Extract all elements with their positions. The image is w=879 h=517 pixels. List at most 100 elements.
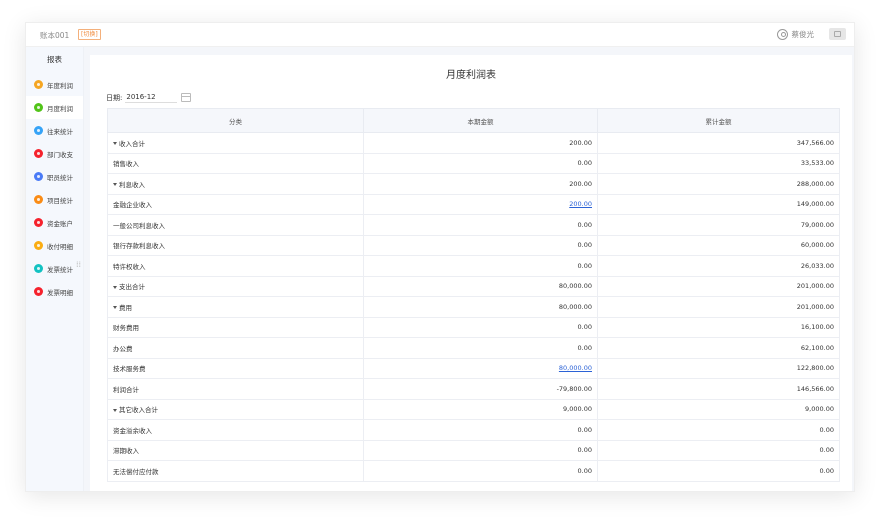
sidebar-item-label: 部门收支	[47, 150, 73, 159]
cumulative-amount-cell: 201,000.00	[597, 275, 840, 297]
category-cell: 资金溢余收入	[107, 419, 364, 441]
date-input[interactable]: 2016-12	[125, 92, 178, 103]
sidebar: 报表 年度利润 月度利润 往来统计 部门收支 职员统计 项目统计 资金账户 收付明细 发票统计发…	[26, 47, 84, 491]
category-cell: 技术服务费	[107, 357, 364, 379]
caret-down-icon[interactable]	[113, 285, 117, 289]
category-cell[interactable]: 费用	[107, 296, 364, 318]
project-icon	[34, 195, 43, 204]
category-label: 办公费	[113, 344, 133, 353]
sidebar-item[interactable]: 月度利润	[26, 96, 83, 119]
category-label: 资金溢余收入	[113, 426, 152, 435]
category-cell[interactable]: 利息收入	[107, 173, 364, 195]
current-amount-cell: -79,800.00	[363, 378, 598, 400]
sidebar-item-label: 职员统计	[47, 173, 73, 182]
category-cell[interactable]: 收入合计	[107, 132, 364, 154]
caret-down-icon[interactable]	[113, 306, 117, 310]
category-label: 特许权收入	[113, 262, 146, 271]
payment-icon	[34, 241, 43, 250]
calendar-icon[interactable]	[181, 93, 192, 102]
table-row: 财务费用 0.00 16,100.00	[107, 316, 840, 338]
cumulative-amount: 60,000.00	[800, 241, 834, 250]
sidebar-item[interactable]: 资金账户	[26, 211, 83, 234]
category-cell: 利润合计	[107, 378, 364, 400]
cumulative-amount: 347,566.00	[796, 138, 834, 147]
drag-handle-icon[interactable]: ⁞⁞	[76, 260, 84, 270]
category-cell: 办公费	[107, 337, 364, 359]
invoice-stat-icon	[34, 264, 43, 273]
category-cell[interactable]: 其它收入合计	[107, 398, 364, 420]
sidebar-item[interactable]: 年度利润	[26, 73, 83, 96]
sidebar-item[interactable]: 项目统计	[26, 188, 83, 211]
table-row: 一般公司利息收入 0.00 79,000.00	[107, 214, 840, 236]
current-amount-cell: 9,000.00	[363, 398, 598, 420]
cumulative-amount: 146,566.00	[796, 384, 834, 393]
sidebar-item[interactable]: 部门收支	[26, 142, 83, 165]
sidebar-item[interactable]: 发票统计	[26, 257, 83, 280]
sidebar-item-label: 往来统计	[47, 127, 73, 136]
category-cell: 销售收入	[107, 152, 364, 174]
cumulative-amount-cell: 347,566.00	[597, 132, 840, 154]
caret-down-icon[interactable]	[113, 408, 117, 412]
cumulative-amount: 62,100.00	[800, 343, 834, 352]
current-amount-cell: 200.00	[363, 173, 598, 195]
sidebar-item-label: 资金账户	[47, 219, 73, 228]
table-header: 分类 本期金额 累计金额	[107, 108, 840, 133]
caret-down-icon[interactable]	[113, 142, 117, 146]
sidebar-item-label: 收付明细	[47, 242, 73, 251]
table-row: 收入合计 200.00 347,566.00	[107, 132, 840, 154]
cumulative-amount: 33,533.00	[800, 159, 834, 168]
column-header-category: 分类	[107, 108, 364, 133]
table-row: 利润合计 -79,800.00 146,566.00	[107, 378, 840, 400]
current-amount: 200.00	[569, 179, 592, 188]
category-cell: 无法偿付应付款	[107, 460, 364, 482]
user-name: 蔡俊光	[791, 30, 815, 39]
category-label: 金融企业收入	[113, 201, 152, 210]
current-amount: 0.00	[577, 241, 592, 250]
profit-table: 分类 本期金额 累计金额 收入合计 200.00 347,566.00 销售收入 0.0…	[107, 108, 840, 482]
table-row: 销售收入 0.00 33,533.00	[107, 152, 840, 174]
table-row: 银行存款利息收入 0.00 60,000.00	[107, 234, 840, 256]
current-amount: 0.00	[577, 261, 592, 270]
table-body: 收入合计 200.00 347,566.00 销售收入 0.00 33,533.00 利息收…	[107, 132, 840, 482]
caret-down-icon[interactable]	[113, 183, 117, 187]
current-amount-link[interactable]: 200.00	[569, 200, 592, 208]
category-cell: 财务费用	[107, 316, 364, 338]
sidebar-item[interactable]: 收付明细	[26, 234, 83, 257]
user-menu[interactable]: 蔡俊光	[776, 29, 815, 40]
exit-button[interactable]	[829, 28, 846, 40]
cumulative-amount-cell: 122,800.00	[597, 357, 840, 379]
cumulative-amount: 149,000.00	[796, 200, 834, 209]
cumulative-amount-cell: 26,033.00	[597, 255, 840, 277]
current-amount-cell: 0.00	[363, 255, 598, 277]
table-row: 利息收入 200.00 288,000.00	[107, 173, 840, 195]
category-label: 银行存款利息收入	[113, 242, 165, 251]
cumulative-amount-cell: 0.00	[597, 439, 840, 461]
sidebar-item[interactable]: 职员统计	[26, 165, 83, 188]
cumulative-amount: 9,000.00	[805, 405, 834, 414]
sidebar-item-label: 发票明细	[47, 288, 73, 297]
table-row: 其它收入合计 9,000.00 9,000.00	[107, 398, 840, 420]
monthly-profit-icon	[34, 103, 43, 112]
department-icon	[34, 149, 43, 158]
category-label: 支出合计	[119, 283, 145, 292]
cumulative-amount-cell: 62,100.00	[597, 337, 840, 359]
category-cell[interactable]: 支出合计	[107, 275, 364, 297]
table-row: 资金溢余收入 0.00 0.00	[107, 419, 840, 441]
switch-account-button[interactable]: [切换]	[78, 29, 101, 40]
category-label: 收入合计	[119, 139, 145, 148]
sidebar-item[interactable]: 发票明细	[26, 280, 83, 303]
current-amount: 0.00	[577, 446, 592, 455]
current-amount: 0.00	[577, 343, 592, 352]
account-name: 账本001	[40, 31, 70, 40]
cumulative-amount: 122,800.00	[796, 364, 834, 373]
staff-icon	[34, 172, 43, 181]
cumulative-amount: 16,100.00	[800, 323, 834, 332]
transaction-icon	[34, 126, 43, 135]
current-amount-cell: 80,000.00	[363, 357, 598, 379]
cumulative-amount: 0.00	[819, 425, 834, 434]
category-label: 财务费用	[113, 324, 139, 333]
current-amount-link[interactable]: 80,000.00	[559, 364, 592, 372]
sidebar-item[interactable]: 往来统计	[26, 119, 83, 142]
current-amount-cell: 0.00	[363, 152, 598, 174]
current-amount-cell: 80,000.00	[363, 275, 598, 297]
